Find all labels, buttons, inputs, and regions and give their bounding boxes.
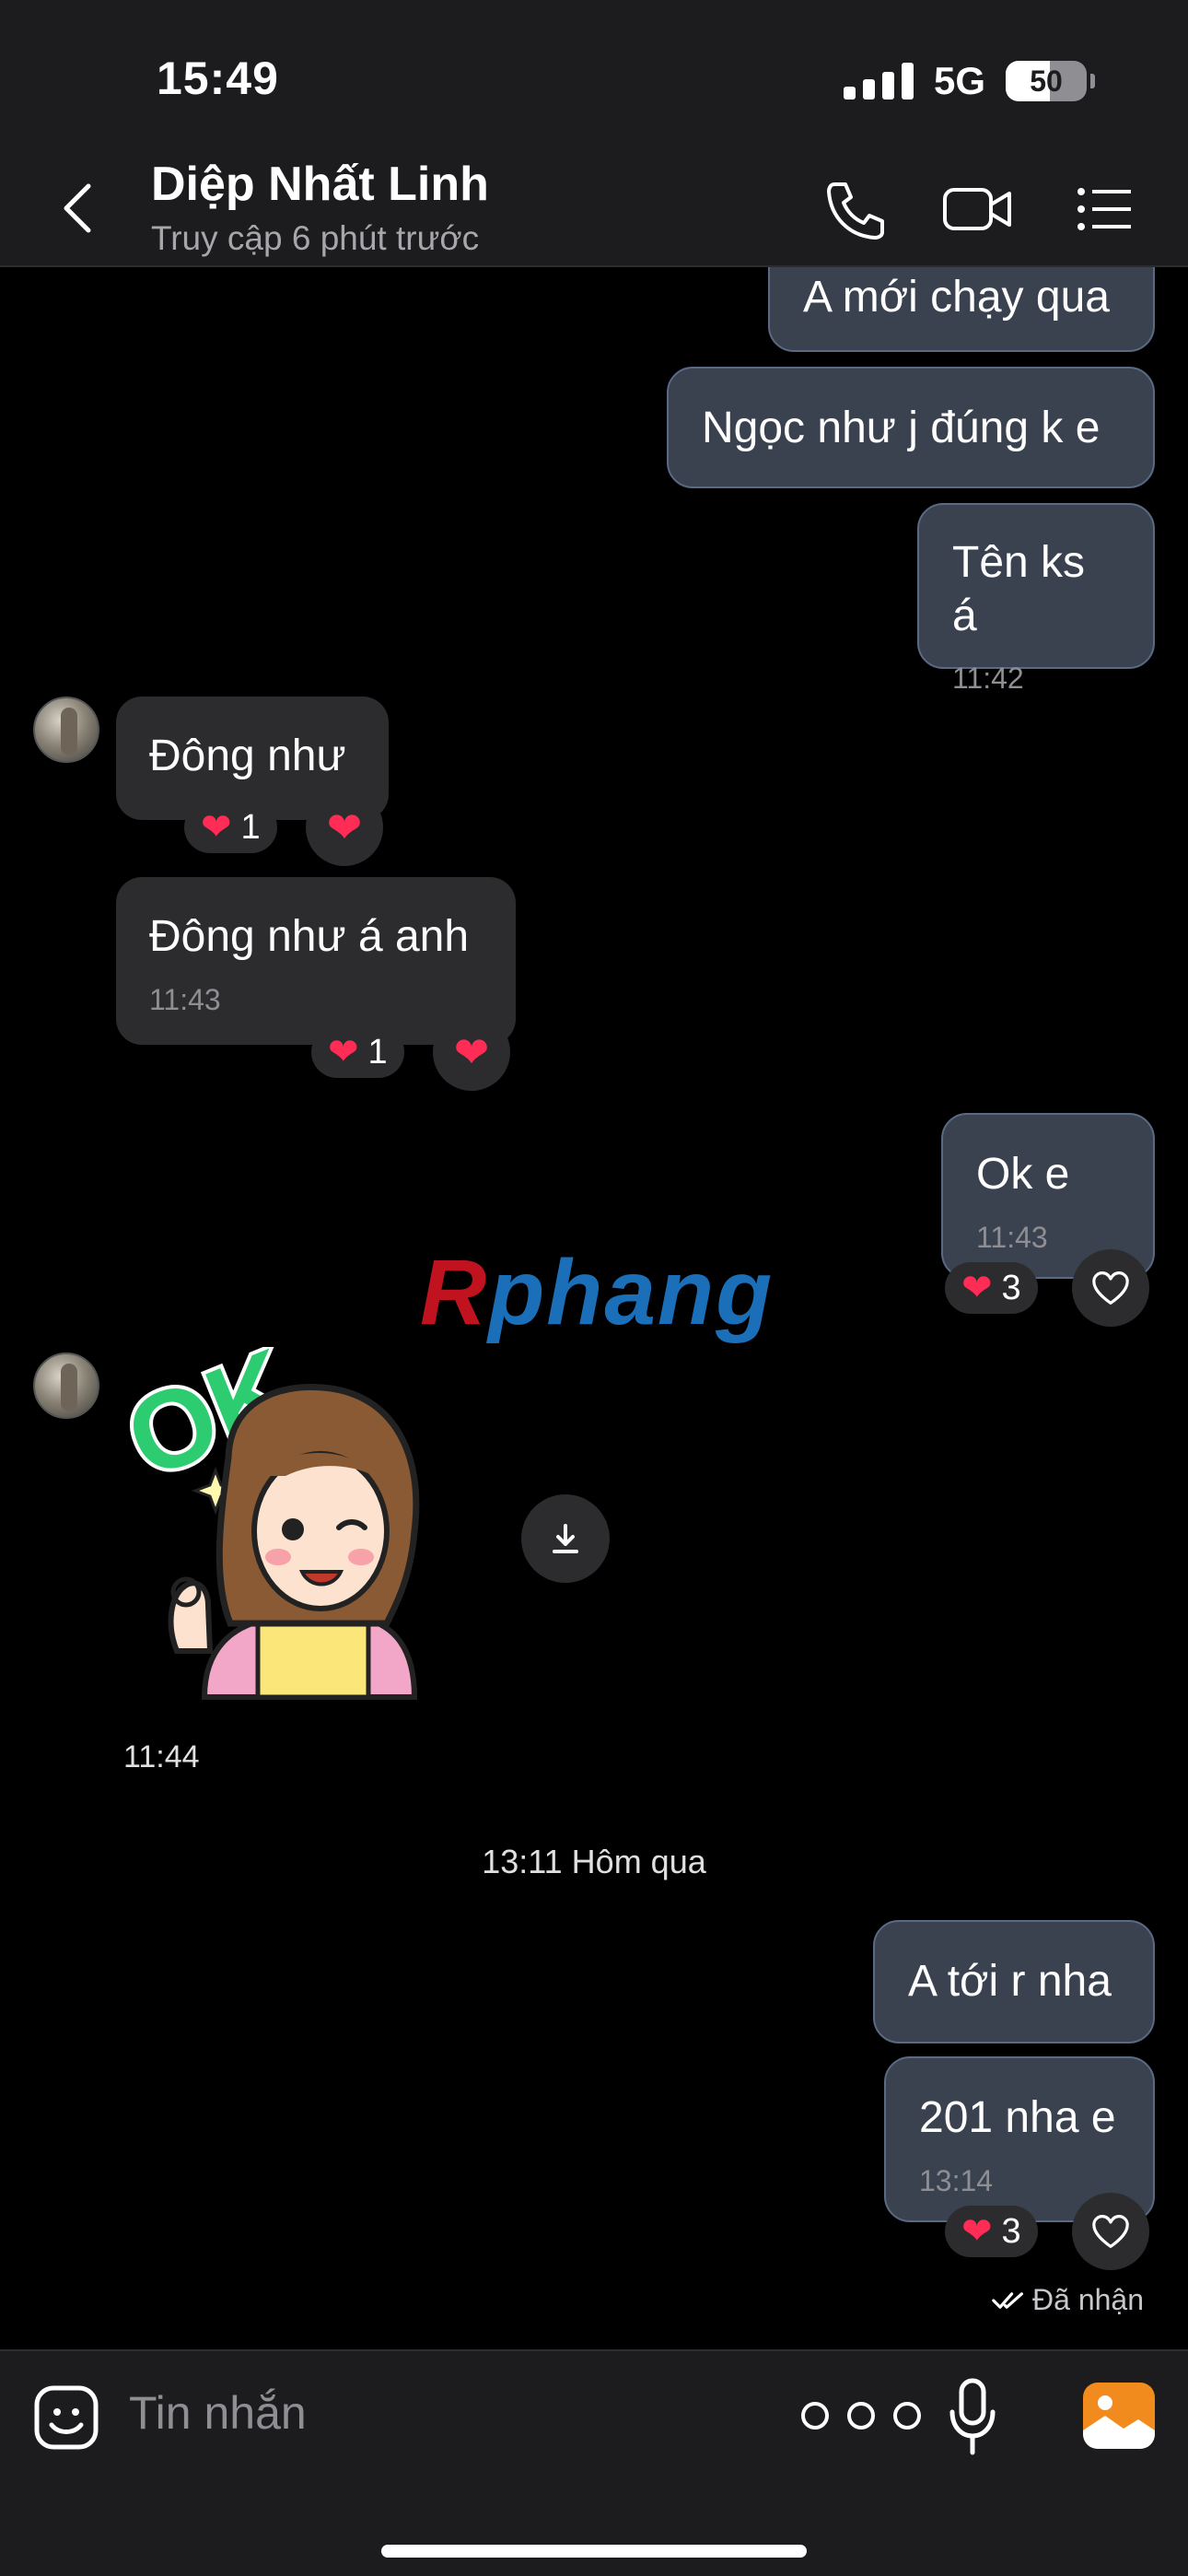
emoji-icon[interactable] xyxy=(33,2384,99,2451)
status-time: 15:49 xyxy=(157,53,279,104)
message-text: A mới chạy qua xyxy=(803,273,1110,322)
delivery-status-text: Đã nhận xyxy=(1032,2283,1144,2316)
battery-icon: 50 xyxy=(1006,61,1095,101)
message-time: 13:14 xyxy=(919,2163,994,2197)
download-icon xyxy=(553,1524,578,1553)
double-check-icon xyxy=(992,2291,1023,2309)
reaction-count: 3 xyxy=(1001,1268,1021,1307)
status-indicators: 5G 50 xyxy=(843,59,1095,103)
download-button[interactable] xyxy=(521,1494,610,1583)
message-bubble[interactable]: Tên ks á 11:42 xyxy=(917,503,1155,695)
message-text: Tên ks á xyxy=(952,538,1086,640)
reaction-count: 1 xyxy=(240,807,261,847)
reaction-count: 3 xyxy=(1001,2211,1021,2251)
reaction-summary[interactable]: ❤ 3 xyxy=(945,1262,1038,1314)
heart-icon: ❤ xyxy=(961,1268,993,1308)
heart-icon: ❤ xyxy=(328,1032,359,1072)
message-time: 11:43 xyxy=(149,982,221,1016)
day-separator: 13:11 Hôm qua xyxy=(482,1843,706,1880)
home-indicator xyxy=(381,2545,807,2558)
message-text: Ngọc như j đúng k e xyxy=(702,404,1101,452)
message-text: Đông như xyxy=(149,732,346,780)
avatar[interactable] xyxy=(33,697,99,763)
phone-icon[interactable] xyxy=(818,177,891,241)
message-time: 11:44 xyxy=(123,1739,200,1774)
heart-icon: ❤ xyxy=(201,807,232,848)
message-text: Ok e xyxy=(976,1150,1070,1199)
watermark-rest: phang xyxy=(488,1241,775,1344)
message-time: 11:43 xyxy=(976,1220,1048,1254)
contact-status: Truy cập 6 phút trước xyxy=(151,219,480,257)
microphone-icon[interactable] xyxy=(949,2377,996,2456)
message-time: 11:42 xyxy=(952,662,1024,696)
sticker-ok-girl[interactable]: OK xyxy=(107,1322,488,1734)
chat-header: 15:49 5G 50 Diệp Nhất Linh Truy cập 6 ph… xyxy=(0,0,1188,267)
signal-icon xyxy=(843,63,914,100)
reaction-count: 1 xyxy=(367,1032,388,1071)
message-bubble[interactable]: A tới r nha xyxy=(873,1920,1155,2043)
message-text: Đông như á anh xyxy=(149,912,470,961)
contact-name[interactable]: Diệp Nhất Linh xyxy=(151,157,489,212)
message-text: A tới r nha xyxy=(908,1957,1112,2006)
network-label: 5G xyxy=(933,59,985,102)
heart-outline-button[interactable] xyxy=(1072,2193,1149,2270)
back-icon[interactable] xyxy=(57,181,98,236)
message-input[interactable]: Tin nhắn xyxy=(129,2386,307,2440)
message-text: 201 nha e xyxy=(919,2093,1116,2142)
video-call-icon[interactable] xyxy=(941,177,1013,241)
watermark-first-letter: R xyxy=(420,1241,489,1344)
battery-level: 50 xyxy=(1030,64,1063,98)
heart-icon: ❤ xyxy=(961,2211,993,2252)
heart-react-button[interactable]: ❤ xyxy=(433,1013,510,1091)
menu-list-icon[interactable] xyxy=(1076,177,1135,241)
heart-react-button[interactable]: ❤ xyxy=(306,789,383,866)
watermark-logo: Rphang xyxy=(420,1240,774,1346)
more-icon[interactable] xyxy=(801,2388,921,2443)
heart-outline-button[interactable] xyxy=(1072,1249,1149,1327)
avatar[interactable] xyxy=(33,1352,99,1419)
reaction-summary[interactable]: ❤ 1 xyxy=(311,1026,404,1078)
reaction-summary[interactable]: ❤ 1 xyxy=(184,802,277,853)
message-bubble[interactable]: Ngọc như j đúng k e xyxy=(667,367,1155,488)
image-icon[interactable] xyxy=(1083,2383,1155,2449)
delivery-status: Đã nhận xyxy=(992,2283,1144,2317)
message-composer: Tin nhắn xyxy=(0,2349,1188,2576)
reaction-summary[interactable]: ❤ 3 xyxy=(945,2206,1038,2257)
